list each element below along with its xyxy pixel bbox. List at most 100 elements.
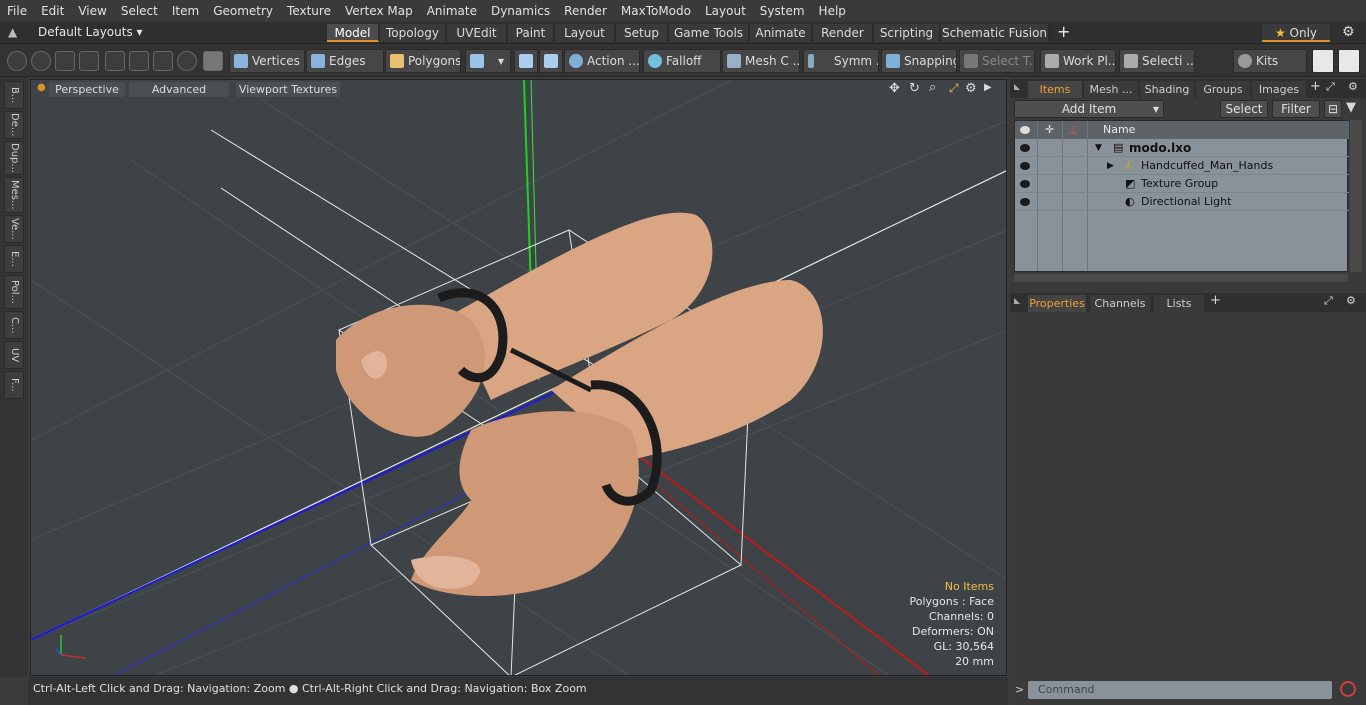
command-input[interactable]: Command — [1028, 681, 1332, 699]
menu-view[interactable]: View — [71, 0, 113, 22]
funnel-icon[interactable]: ▼ — [1346, 100, 1356, 115]
add-panel-tab-icon[interactable]: + — [1310, 79, 1321, 94]
left-tab-edge[interactable]: E... — [4, 245, 24, 273]
snap-a-button[interactable] — [514, 49, 538, 73]
tab-layout[interactable]: Layout — [555, 24, 615, 42]
eye-icon[interactable] — [1020, 162, 1030, 170]
menu-maxtomodo[interactable]: MaxToModo — [614, 0, 698, 22]
tab-topology[interactable]: Topology — [380, 24, 446, 42]
tab-animate[interactable]: Animate — [750, 24, 812, 42]
move-icon[interactable]: ✥ — [889, 81, 900, 96]
add-properties-tab-icon[interactable]: + — [1210, 293, 1221, 308]
tab-channels[interactable]: Channels — [1090, 295, 1150, 312]
menu-animate[interactable]: Animate — [420, 0, 484, 22]
tab-lists[interactable]: Lists — [1154, 295, 1204, 312]
tab-setup[interactable]: Setup — [616, 24, 668, 42]
left-tab-fusion[interactable]: F... — [4, 371, 24, 399]
symmetry-button[interactable]: Symm ... — [803, 49, 879, 73]
mesh-constraint-button[interactable]: Mesh C ... — [722, 49, 800, 73]
collapse-arrow-icon[interactable]: ▶ — [1107, 157, 1114, 175]
tab-paint[interactable]: Paint — [508, 24, 554, 42]
tab-mesh[interactable]: Mesh ... — [1084, 81, 1138, 98]
work-plane-button[interactable]: Work Pl... — [1040, 49, 1116, 73]
tab-groups[interactable]: Groups — [1196, 81, 1250, 98]
menu-edit[interactable]: Edit — [34, 0, 71, 22]
tab-game-tools[interactable]: Game Tools — [669, 24, 749, 42]
advanced-button[interactable]: Advanced — [129, 82, 229, 97]
zoom-icon[interactable]: ⌕ — [929, 80, 936, 95]
only-toggle[interactable]: ★ Only — [1262, 24, 1330, 42]
menu-help[interactable]: Help — [812, 0, 853, 22]
select-button[interactable]: Select — [1220, 100, 1268, 118]
tab-scripting[interactable]: Scripting — [874, 24, 940, 42]
menu-vertex-map[interactable]: Vertex Map — [338, 0, 420, 22]
left-tab-mesh[interactable]: Mes... — [4, 177, 24, 213]
tab-render[interactable]: Render — [813, 24, 873, 42]
left-tab-vertex[interactable]: Ve... — [4, 215, 24, 243]
tab-model[interactable]: Model — [327, 24, 379, 42]
item-list-scrollbar[interactable] — [1350, 120, 1362, 272]
snapping-button[interactable]: Snapping — [881, 49, 957, 73]
align-icon[interactable] — [105, 51, 125, 71]
globe-icon[interactable] — [31, 51, 51, 71]
transform-icon[interactable] — [129, 51, 149, 71]
eye-icon[interactable] — [1020, 198, 1030, 206]
panel-menu-icon[interactable]: ◣ — [1014, 82, 1020, 91]
menu-geometry[interactable]: Geometry — [206, 0, 280, 22]
edges-button[interactable]: Edges — [306, 49, 384, 73]
left-tab-deform[interactable]: De... — [4, 111, 24, 139]
eye-icon[interactable] — [1020, 180, 1030, 188]
properties-expand-icon[interactable]: ⤢ — [1324, 294, 1333, 308]
menu-select[interactable]: Select — [114, 0, 165, 22]
filter-button[interactable]: Filter — [1272, 100, 1320, 118]
left-tab-duplicate[interactable]: Dup... — [4, 141, 24, 175]
unreal-icon[interactable] — [1338, 49, 1360, 73]
orbit-icon[interactable]: ↻ — [909, 81, 920, 96]
viewport-gear-icon[interactable]: ⚙ — [965, 81, 977, 96]
snap-b-button[interactable] — [539, 49, 563, 73]
left-tab-curve[interactable]: C... — [4, 311, 24, 339]
action-center-button[interactable]: Action ... — [564, 49, 640, 73]
menu-file[interactable]: File — [0, 0, 34, 22]
panel-gear-icon[interactable]: ⚙ — [1348, 80, 1358, 93]
tab-uvedit[interactable]: UVEdit — [447, 24, 507, 42]
center-icon[interactable] — [153, 51, 173, 71]
vertices-button[interactable]: Vertices — [229, 49, 305, 73]
layout-up-icon[interactable]: ▲ — [8, 25, 17, 39]
expand-icon[interactable]: ⤢ — [1326, 80, 1335, 94]
add-item-button[interactable]: Add Item ▾ — [1014, 100, 1164, 118]
name-column-header[interactable]: Name — [1103, 121, 1135, 139]
add-tab-icon[interactable]: + — [1057, 22, 1070, 41]
properties-menu-icon[interactable]: ◣ — [1014, 296, 1020, 305]
falloff-button[interactable]: Falloff — [643, 49, 721, 73]
unity-icon[interactable] — [1312, 49, 1334, 73]
tab-schematic-fusion[interactable]: Schematic Fusion — [941, 24, 1049, 42]
item-row-mesh[interactable]: ▶ ⅄ Handcuffed_Man_Hands — [1015, 157, 1349, 175]
polygons-button[interactable]: Polygons — [385, 49, 461, 73]
chevron-right-icon[interactable]: ▶ — [984, 82, 992, 93]
layout-selector[interactable]: Default Layouts ▾ — [38, 25, 143, 39]
menu-layout[interactable]: Layout — [698, 0, 753, 22]
3d-viewport[interactable]: ● Perspective Advanced Viewport Textures… — [30, 79, 1007, 676]
tab-items[interactable]: Items — [1028, 81, 1082, 98]
left-tab-uv[interactable]: UV — [4, 341, 24, 369]
gear-icon[interactable]: ⚙ — [1342, 24, 1355, 40]
kits-button[interactable]: Kits — [1233, 49, 1307, 73]
item-row-texture-group[interactable]: ◩ Texture Group — [1015, 175, 1349, 193]
select-through-button[interactable]: Select T... — [959, 49, 1035, 73]
menu-dynamics[interactable]: Dynamics — [484, 0, 557, 22]
menu-texture[interactable]: Texture — [280, 0, 338, 22]
item-mode-icon[interactable] — [203, 51, 223, 71]
collapse-icon[interactable]: ⊟ — [1324, 100, 1342, 118]
left-tab-polygon[interactable]: Pol... — [4, 275, 24, 309]
menu-render[interactable]: Render — [557, 0, 614, 22]
selection-sets-button[interactable]: Selecti ... — [1119, 49, 1195, 73]
perspective-button[interactable]: Perspective — [49, 82, 125, 97]
menu-item[interactable]: Item — [165, 0, 206, 22]
eye-icon[interactable] — [1020, 144, 1030, 152]
properties-gear-icon[interactable]: ⚙ — [1346, 294, 1356, 307]
tab-images[interactable]: Images — [1252, 81, 1306, 98]
tab-shading[interactable]: Shading — [1140, 81, 1194, 98]
item-list-hscroll[interactable] — [1014, 274, 1348, 282]
item-row-light[interactable]: ◐ Directional Light — [1015, 193, 1349, 211]
